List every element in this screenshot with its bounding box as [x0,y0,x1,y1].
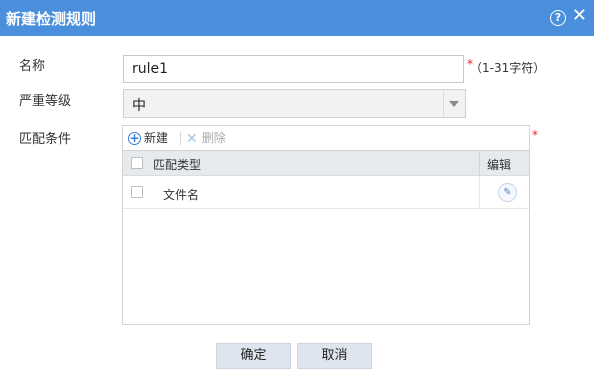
column-divider [479,151,480,175]
ok-button[interactable]: 确定 [216,343,291,369]
new-condition-button[interactable]: + 新建 [128,130,168,146]
column-divider [479,176,480,208]
name-label: 名称 [19,59,46,74]
delete-condition-button[interactable]: ✕ 删除 [186,130,226,146]
cancel-button[interactable]: 取消 [297,343,372,369]
new-condition-label: 新建 [144,131,169,145]
edit-pencil-icon[interactable]: ✎ [498,183,517,202]
close-icon[interactable]: ✕ [572,6,587,26]
delete-condition-label: 删除 [201,131,226,145]
condition-required-mark: * [532,128,538,142]
grid-header: 匹配类型 编辑 [123,150,529,176]
select-all-checkbox[interactable] [131,157,143,169]
table-row[interactable]: 文件名 ✎ [123,176,529,209]
toolbar-divider [180,132,181,145]
help-icon[interactable]: ? [550,10,566,26]
row-checkbox[interactable] [131,186,143,198]
dialog-title: 新建检测规则 [6,10,97,28]
column-header-match-type: 匹配类型 [153,158,202,172]
name-hint: （1-31字符） [470,61,546,75]
column-header-edit: 编辑 [487,158,512,172]
condition-grid: + 新建 ✕ 删除 匹配类型 编辑 文件名 ✎ [122,125,530,325]
grid-toolbar: + 新建 ✕ 删除 [123,126,529,150]
delete-x-icon: ✕ [186,130,198,147]
match-type-cell: 文件名 [163,188,200,202]
severity-label: 严重等级 [19,94,72,109]
severity-value: 中 [132,98,146,114]
severity-dropdown-button[interactable] [443,90,465,117]
add-circle-icon: + [128,131,141,145]
dialog-titlebar: 新建检测规则 ? ✕ [0,0,594,36]
condition-label: 匹配条件 [19,132,72,147]
severity-select[interactable]: 中 [123,89,466,118]
chevron-down-icon [449,101,459,107]
name-input[interactable]: rule1 [123,55,464,83]
